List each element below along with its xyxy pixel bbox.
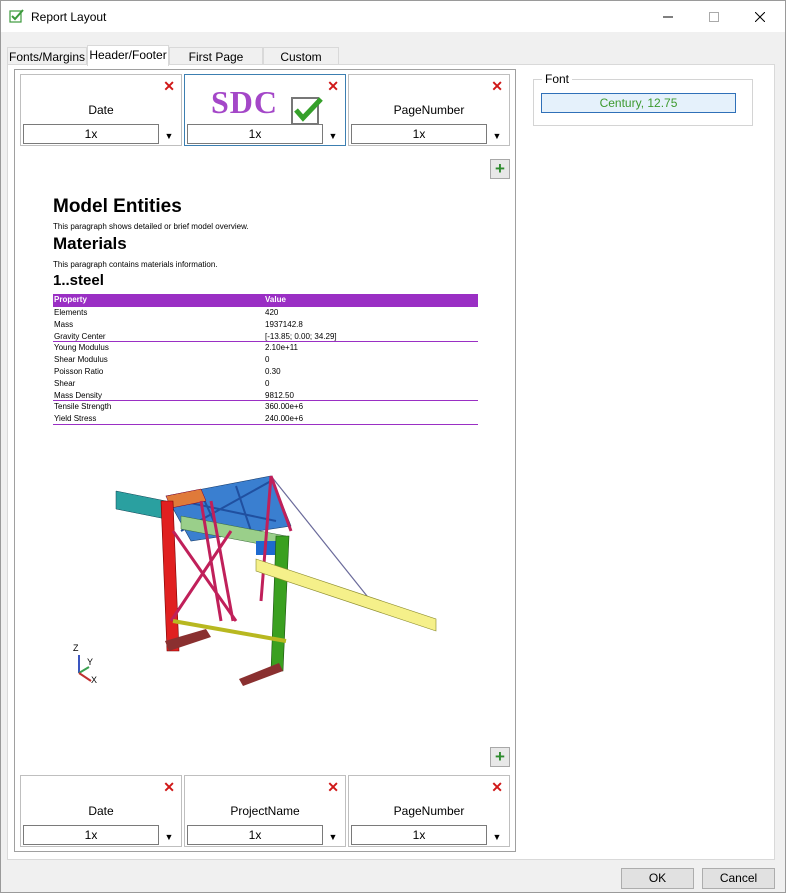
table-header: Property Value [53,294,478,307]
close-button[interactable] [737,1,783,32]
tab-header-footer[interactable]: Header/Footer [87,45,169,66]
check-icon [9,8,25,24]
delete-icon[interactable]: ✕ [327,780,339,794]
table-row: Mass Density 9812.50 [53,390,478,402]
add-header-button[interactable]: + [490,159,510,179]
scale-select[interactable]: 1x [351,124,487,144]
header-slot-logo[interactable]: ✕ SDC 1x ▼ [184,74,346,146]
tab-first-page-layout[interactable]: First Page Layout [169,47,263,78]
sdc-logo-text: SDC [211,84,279,120]
delete-icon[interactable]: ✕ [491,780,503,794]
dropdown-arrow-icon[interactable]: ▼ [327,832,339,842]
maximize-button[interactable] [691,1,737,32]
report-layout-window: Report Layout Fonts/Margins Header/Foote… [0,0,786,893]
dropdown-arrow-icon[interactable]: ▼ [163,131,175,141]
font-group: Font Century, 12.75 [533,72,753,126]
page-preview [14,69,516,852]
maximize-icon [709,11,719,22]
dropdown-arrow-icon[interactable]: ▼ [163,832,175,842]
delete-icon[interactable]: ✕ [163,780,175,794]
tab-custom-fields[interactable]: Custom Fields [263,47,339,78]
font-picker-button[interactable]: Century, 12.75 [541,93,736,113]
slot-label: Date [88,804,114,818]
slot-label: Date [88,103,114,117]
axis-x-label: X [91,675,98,685]
dropdown-arrow-icon[interactable]: ▼ [491,832,503,842]
scale-select[interactable]: 1x [351,825,487,845]
axis-y-label: Y [87,657,94,667]
footer-slot-pagenumber[interactable]: ✕ PageNumber 1x ▼ [348,775,510,847]
table-row: Poisson Ratio 0.30 [54,366,281,376]
table-row: Elements 420 [54,308,279,317]
minimize-icon [663,16,673,17]
column-header-value: Value [265,295,286,304]
dropdown-arrow-icon[interactable]: ▼ [327,131,339,141]
footer-slot-date[interactable]: ✕ Date 1x ▼ [20,775,182,847]
delete-icon[interactable]: ✕ [163,79,175,93]
column-header-property: Property [54,295,87,304]
dropdown-arrow-icon[interactable]: ▼ [491,131,503,141]
material-properties-table: Property Value Elements 420 Mass 1937142.8… [53,294,478,425]
heading-materials: Materials [53,234,127,253]
heading-material-steel: 1..steel [53,272,104,289]
paragraph-overview: This paragraph shows detailed or brief m… [53,222,249,231]
ok-button[interactable]: OK [621,868,694,889]
cancel-button[interactable]: Cancel [702,868,775,889]
font-legend: Font [542,72,573,86]
minimize-button[interactable] [645,1,691,32]
close-icon [755,11,765,22]
axis-z-label: Z [73,643,79,653]
axes-triad: Z Y X [69,641,109,687]
table-row: Gravity Center [-13.85; 0.00; 34.29] [53,331,478,343]
structure-model-image [115,475,437,686]
table-row: Mass 1937142.8 [54,319,303,329]
scale-select[interactable]: 1x [187,124,323,144]
window-title: Report Layout [31,10,107,24]
heading-model-entities: Model Entities [53,196,182,217]
scale-select[interactable]: 1x [23,124,159,144]
slot-label: ProjectName [230,804,300,818]
slot-label: PageNumber [393,103,465,117]
tab-fonts-margins[interactable]: Fonts/Margins [7,47,87,65]
header-slot-date[interactable]: ✕ Date 1x ▼ [20,74,182,146]
delete-icon[interactable]: ✕ [491,79,503,93]
footer-slot-projectname[interactable]: ✕ ProjectName 1x ▼ [184,775,346,847]
table-row: Shear Modulus 0 [54,355,270,365]
table-row: Yield Stress 240.00e+6 [53,413,478,425]
scale-select[interactable]: 1x [187,825,323,845]
slot-label: PageNumber [393,804,465,818]
table-row: Young Modulus 2.10e+11 [54,343,298,353]
delete-icon[interactable]: ✕ [327,79,339,93]
header-slot-pagenumber[interactable]: ✕ PageNumber 1x ▼ [348,74,510,146]
add-footer-button[interactable]: + [490,747,510,767]
title-bar[interactable]: Report Layout [1,1,785,32]
table-row: Tensile Strength 360.00e+6 [54,402,304,412]
paragraph-materials: This paragraph contains materials inform… [53,260,218,269]
scale-select[interactable]: 1x [23,825,159,845]
table-row: Shear 0 [54,378,270,388]
